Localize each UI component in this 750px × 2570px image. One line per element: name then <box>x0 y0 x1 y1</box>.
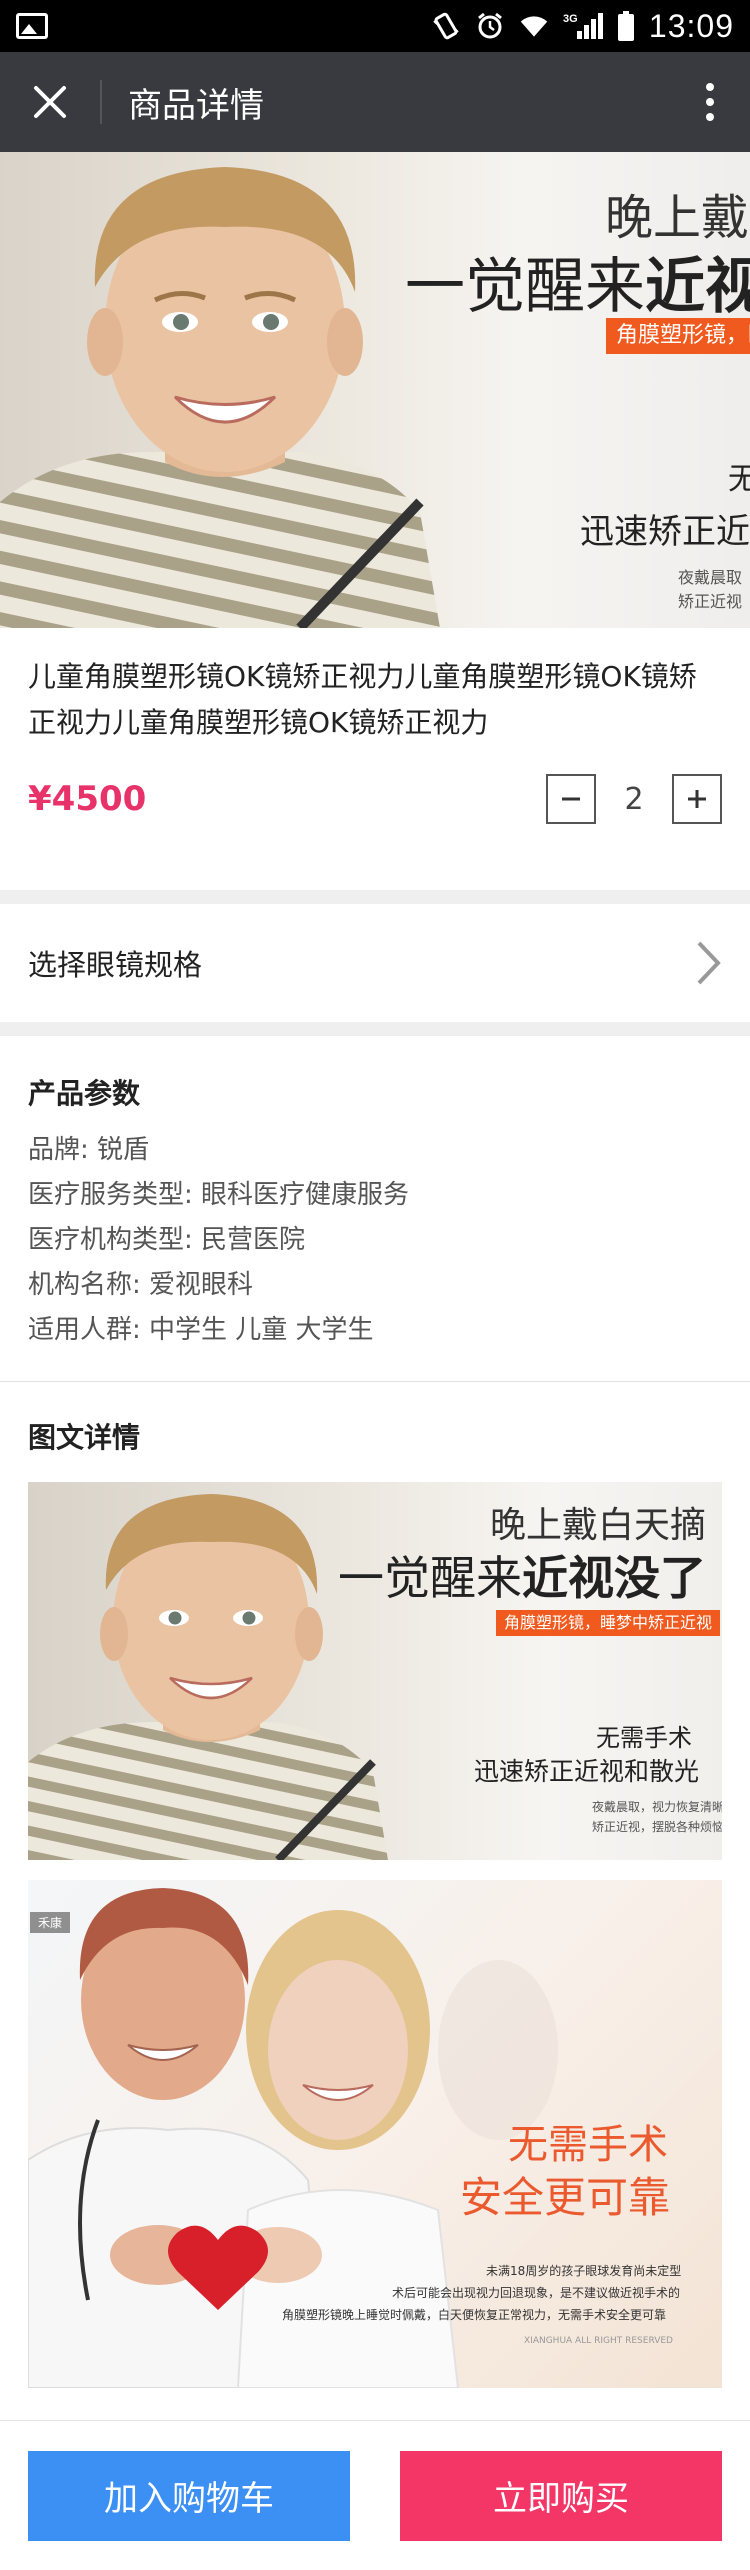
detail1-tag: 角膜塑形镜，睡梦中矫正近视 <box>496 1610 721 1636</box>
hero-line3-top: 无 <box>728 462 750 497</box>
product-info: 儿童角膜塑形镜OK镜矫正视力儿童角膜塑形镜OK镜矫正视力儿童角膜塑形镜OK镜矫正… <box>0 628 750 890</box>
title-bar: 商品详情 <box>0 52 750 152</box>
vibrate-icon <box>431 11 461 41</box>
close-icon <box>34 86 66 118</box>
hero-banner: 晚上戴 一觉醒来近视 角膜塑形镜，睡 无 迅速矫正近 夜戴晨取 矫正近视 <box>0 152 750 628</box>
spec-label: 选择眼镜规格 <box>28 948 203 982</box>
status-time: 13:09 <box>648 7 734 44</box>
hero-tag: 角膜塑形镜，睡 <box>606 318 750 354</box>
param-item: 品牌: 锐盾 <box>28 1135 150 1165</box>
hero-small2: 矫正近视 <box>678 592 743 611</box>
wifi-icon <box>519 11 549 41</box>
close-button[interactable] <box>0 52 100 152</box>
quantity-decrease-button[interactable] <box>546 774 596 824</box>
status-icons: 3G 13:09 <box>431 8 734 45</box>
detail2-line2: 安全更可靠 <box>460 2173 671 2222</box>
detail2-small3: 角膜塑形镜晚上睡觉时佩戴，白天便恢复正常视力，无需手术安全更可靠 <box>282 2308 667 2322</box>
detail-section: 图文详情 晚上戴白天摘 一觉醒来近视没了 角膜塑形镜，睡梦中矫正近视 无需手术 … <box>0 1382 750 2424</box>
detail1-line2-a: 一觉醒来 <box>338 1551 522 1605</box>
price-row: ¥4500 2 <box>28 774 722 824</box>
param-item: 适用人群: 中学生 儿童 大学生 <box>28 1315 374 1345</box>
more-vertical-icon <box>706 83 714 121</box>
hero-line2-a: 一觉醒来 <box>405 252 645 322</box>
detail1-small1: 夜戴晨取，视力恢复清晰 <box>592 1800 722 1814</box>
product-title: 儿童角膜塑形镜OK镜矫正视力儿童角膜塑形镜OK镜矫正视力儿童角膜塑形镜OK镜矫正… <box>28 660 697 739</box>
signal-icon: 3G <box>563 11 603 41</box>
detail2-small1: 未满18周岁的孩子眼球发育尚未定型 <box>486 2264 682 2278</box>
detail1-line2-b: 近视没了 <box>522 1551 706 1605</box>
hero-line2-b: 近视 <box>645 252 750 322</box>
param-item: 医疗机构类型: 民营医院 <box>28 1225 306 1255</box>
detail1-small2: 矫正近视，摆脱各种烦恼 <box>592 1820 722 1834</box>
detail2-footer: XIANGHUA ALL RIGHT RESERVED <box>524 2336 673 2346</box>
param-item: 医疗服务类型: 眼科医疗健康服务 <box>28 1180 410 1210</box>
detail2-line1: 无需手术 <box>508 2122 668 2168</box>
hero-line2: 一觉醒来近视 <box>405 238 750 325</box>
image-icon <box>16 13 48 39</box>
detail1-line2: 一觉醒来近视没了 <box>338 1542 706 1608</box>
detail2-small2: 术后可能会出现视力回退现象，是不建议做近视手术的 <box>392 2286 681 2300</box>
minus-icon <box>562 797 580 801</box>
section-gap <box>0 1022 750 1036</box>
hero-small1: 夜戴晨取 <box>678 568 743 587</box>
network-type: 3G <box>563 13 578 25</box>
detail1-line1: 晚上戴白天摘 <box>490 1505 707 1546</box>
plus-icon <box>688 790 706 808</box>
detail2-corner-badge: 禾康 <box>30 1912 71 1933</box>
detail-title: 图文详情 <box>28 1421 141 1454</box>
section-gap <box>0 890 750 904</box>
product-params: 产品参数 品牌: 锐盾 医疗服务类型: 眼科医疗健康服务 医疗机构类型: 民营医… <box>0 1036 750 1382</box>
bottom-action-bar: 加入购物车 立即购买 <box>0 2420 750 2570</box>
detail1-line4: 迅速矫正近视和散光 <box>474 1757 700 1786</box>
battery-icon <box>617 11 635 41</box>
params-title: 产品参数 <box>28 1077 141 1110</box>
product-price: ¥4500 <box>28 779 147 819</box>
param-item: 机构名称: 爱视眼科 <box>28 1270 254 1300</box>
hero-line3: 迅速矫正近 <box>580 512 750 552</box>
detail1-line3: 无需手术 <box>596 1724 692 1752</box>
chevron-right-icon <box>697 941 721 985</box>
add-to-cart-button[interactable]: 加入购物车 <box>28 2450 350 2541</box>
quantity-increase-button[interactable] <box>672 774 722 824</box>
status-bar: 3G 13:09 <box>0 0 750 52</box>
detail-image-2: 禾康 无需手术 安全更可靠 未满18周岁的孩子眼球发育尚未定型 术后可能会出现视… <box>28 1880 722 2388</box>
buy-now-button[interactable]: 立即购买 <box>400 2450 722 2541</box>
quantity-stepper: 2 <box>546 774 722 824</box>
more-button[interactable] <box>670 52 750 152</box>
page-title: 商品详情 <box>128 85 264 126</box>
alarm-icon <box>475 11 505 41</box>
spec-selector[interactable]: 选择眼镜规格 <box>0 904 750 1022</box>
quantity-value[interactable]: 2 <box>596 782 672 817</box>
detail-image-1: 晚上戴白天摘 一觉醒来近视没了 角膜塑形镜，睡梦中矫正近视 无需手术 迅速矫正近… <box>28 1482 722 1860</box>
